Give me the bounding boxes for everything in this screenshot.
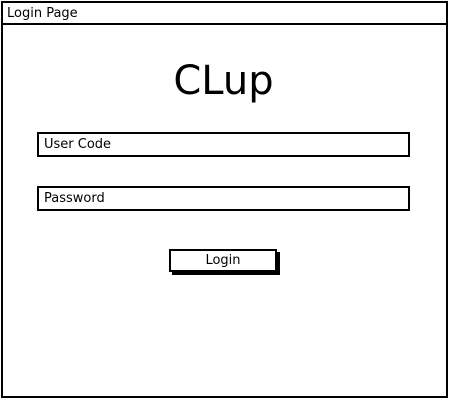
app-title: CLup	[173, 58, 274, 104]
window-shadow-bottom	[2, 396, 448, 398]
user-code-input[interactable]	[37, 132, 410, 157]
window-title: Login Page	[3, 3, 446, 25]
password-input[interactable]	[37, 186, 410, 211]
login-button[interactable]: Login	[169, 249, 277, 272]
